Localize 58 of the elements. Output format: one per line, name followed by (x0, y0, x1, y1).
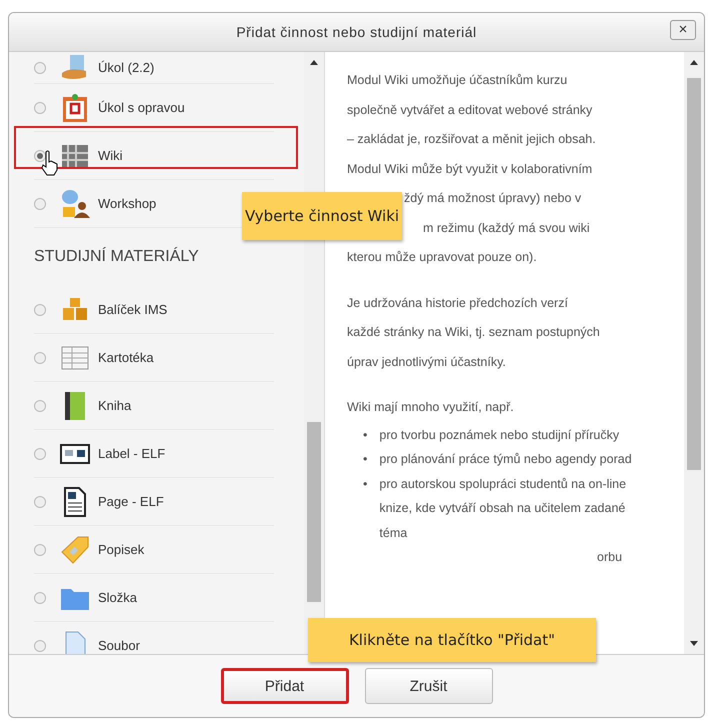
bullet-mark: • (363, 426, 368, 444)
activity-label[interactable]: Balíček IMS (98, 302, 168, 317)
radio-button[interactable] (34, 640, 46, 652)
scrollbar-thumb[interactable] (307, 422, 321, 602)
radio-button[interactable] (34, 400, 46, 412)
description-text: m režimu (každý má svou wiki (423, 220, 590, 234)
section-heading: STUDIJNÍ MATERIÁLY (34, 246, 200, 267)
description-text: každé stránky na Wiki, tj. seznam postupných (347, 324, 601, 341)
list-item: pro plánování práce týmů nebo agendy porad (379, 451, 632, 468)
activity-label[interactable]: Úkol (2.2) (98, 60, 154, 75)
description-text: kterou může upravovat pouze on). (347, 249, 538, 266)
description-text: – zakládat je, rozšiřovat a měnit jejich obsah. (347, 131, 597, 148)
scroll-up-icon[interactable] (310, 60, 318, 65)
dialog-button[interactable]: Zrušit (364, 668, 492, 704)
radio-button[interactable] (34, 150, 46, 162)
radio-button[interactable] (34, 198, 46, 210)
radio-button[interactable] (34, 102, 46, 114)
description-text: Wiki mají mnoho využití, např. (347, 399, 515, 416)
description-text: Modul Wiki umožňuje účastníkům kurzu (347, 72, 568, 89)
clipboard-icon (60, 92, 90, 122)
activity-label[interactable]: Úkol s opravou (98, 100, 185, 115)
radio-button[interactable] (34, 304, 46, 316)
bullet-mark: • (363, 451, 368, 468)
activity-label[interactable]: Soubor (98, 638, 140, 653)
description-text: Modul Wiki může být využit v kolaborativním (347, 160, 594, 178)
radio-button[interactable] (34, 496, 46, 508)
people-icon (60, 188, 90, 218)
close-button[interactable]: × (670, 20, 696, 40)
scroll-down-icon[interactable] (690, 641, 698, 646)
dialog-button[interactable]: Přidat (220, 668, 348, 704)
radio-button[interactable] (34, 448, 46, 460)
instruction-callout: Vyberte činnost Wiki (242, 192, 402, 240)
bullet-mark: • (363, 476, 368, 492)
activity-label[interactable]: Page - ELF (98, 494, 164, 509)
description-text: Je udržována historie předchozích verzí (347, 294, 569, 312)
description-text: úprav jednotlivými účastníky. (347, 354, 507, 371)
description-text: společně vytvářet a editovat webové stránky (347, 102, 594, 119)
description-text: ždý má možnost úpravy) nebo v (404, 191, 582, 205)
radio-button[interactable] (34, 592, 46, 604)
activity-label[interactable]: Workshop (98, 196, 156, 211)
scrollbar-thumb[interactable] (687, 78, 701, 470)
radio-button[interactable] (34, 352, 46, 364)
list-item: pro tvorbu poznámek nebo studijní příručky (379, 426, 620, 444)
hand-cursor-icon (40, 150, 60, 176)
instruction-callout: Klikněte na tlačítko "Přidat" (308, 618, 596, 662)
radio-button[interactable] (34, 62, 46, 74)
radio-button[interactable] (34, 544, 46, 556)
activity-label[interactable]: Wiki (98, 148, 123, 163)
activity-label[interactable]: Složka (98, 590, 138, 605)
scrollbar[interactable] (684, 52, 704, 654)
activity-label[interactable]: Popisek (98, 542, 144, 557)
activity-label[interactable]: Label - ELF (98, 446, 166, 461)
activity-label[interactable]: Kartotéka (98, 350, 154, 365)
description-text: orbu (597, 550, 622, 564)
dialog-title: Přidat činnost nebo studijní materiál (236, 24, 477, 40)
scroll-up-icon[interactable] (690, 60, 698, 65)
tag-icon (60, 534, 90, 564)
activity-label[interactable]: Kniha (98, 398, 132, 413)
